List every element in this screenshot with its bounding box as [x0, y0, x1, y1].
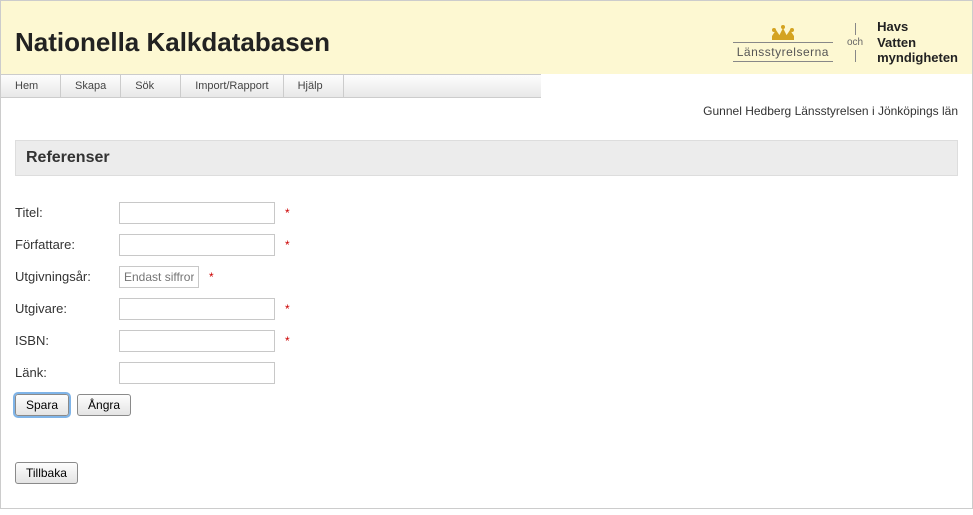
row-isbn: ISBN: *	[15, 330, 958, 352]
section-title: Referenser	[15, 140, 958, 176]
input-isbn[interactable]	[119, 330, 275, 352]
row-lank: Länk:	[15, 362, 958, 384]
row-forfattare: Författare: *	[15, 234, 958, 256]
required-mark: *	[209, 270, 214, 284]
app-window: Nationella Kalkdatabasen Länsstyrelserna…	[0, 0, 973, 509]
label-lank: Länk:	[15, 365, 119, 380]
required-mark: *	[285, 334, 290, 348]
logo-separator-text: och	[847, 37, 863, 48]
nav-skapa[interactable]: Skapa	[61, 75, 121, 97]
lansstyrelserna-text: Länsstyrelserna	[733, 42, 833, 62]
header-logos: Länsstyrelserna och Havs Vatten myndighe…	[733, 19, 958, 66]
content-area: Referenser Titel: * Författare: * Utgivn…	[1, 122, 972, 508]
form-buttons: Spara Ångra	[15, 394, 958, 416]
label-utgivare: Utgivare:	[15, 301, 119, 316]
required-mark: *	[285, 238, 290, 252]
input-titel[interactable]	[119, 202, 275, 224]
required-mark: *	[285, 206, 290, 220]
label-forfattare: Författare:	[15, 237, 119, 252]
save-button[interactable]: Spara	[15, 394, 69, 416]
header-bar: Nationella Kalkdatabasen Länsstyrelserna…	[1, 1, 972, 74]
lansstyrelserna-logo: Länsstyrelserna	[733, 22, 833, 62]
undo-button[interactable]: Ångra	[77, 394, 131, 416]
logo2-line1: Havs	[877, 19, 958, 35]
label-utgivningsar: Utgivningsår:	[15, 269, 119, 284]
back-row: Tillbaka	[15, 462, 958, 484]
back-button[interactable]: Tillbaka	[15, 462, 78, 484]
label-isbn: ISBN:	[15, 333, 119, 348]
logo2-line2: Vatten	[877, 35, 958, 51]
nav-import-rapport[interactable]: Import/Rapport	[181, 75, 283, 97]
input-lank[interactable]	[119, 362, 275, 384]
current-user-line: Gunnel Hedberg Länsstyrelsen i Jönköping…	[1, 98, 972, 122]
row-titel: Titel: *	[15, 202, 958, 224]
nav-hem[interactable]: Hem	[1, 75, 61, 97]
nav-sok[interactable]: Sök	[121, 75, 181, 97]
logo-separator: och	[847, 23, 863, 62]
app-title: Nationella Kalkdatabasen	[15, 27, 330, 58]
nav-wrap: Hem Skapa Sök Import/Rapport Hjälp	[1, 74, 972, 98]
main-nav: Hem Skapa Sök Import/Rapport Hjälp	[1, 74, 541, 98]
input-forfattare[interactable]	[119, 234, 275, 256]
required-mark: *	[285, 302, 290, 316]
crown-icon	[766, 22, 800, 42]
havs-vatten-logo: Havs Vatten myndigheten	[877, 19, 958, 66]
label-titel: Titel:	[15, 205, 119, 220]
row-utgivningsar: Utgivningsår: *	[15, 266, 958, 288]
input-utgivningsar[interactable]	[119, 266, 199, 288]
input-utgivare[interactable]	[119, 298, 275, 320]
nav-hjalp[interactable]: Hjälp	[284, 75, 344, 97]
logo2-line3: myndigheten	[877, 50, 958, 66]
row-utgivare: Utgivare: *	[15, 298, 958, 320]
